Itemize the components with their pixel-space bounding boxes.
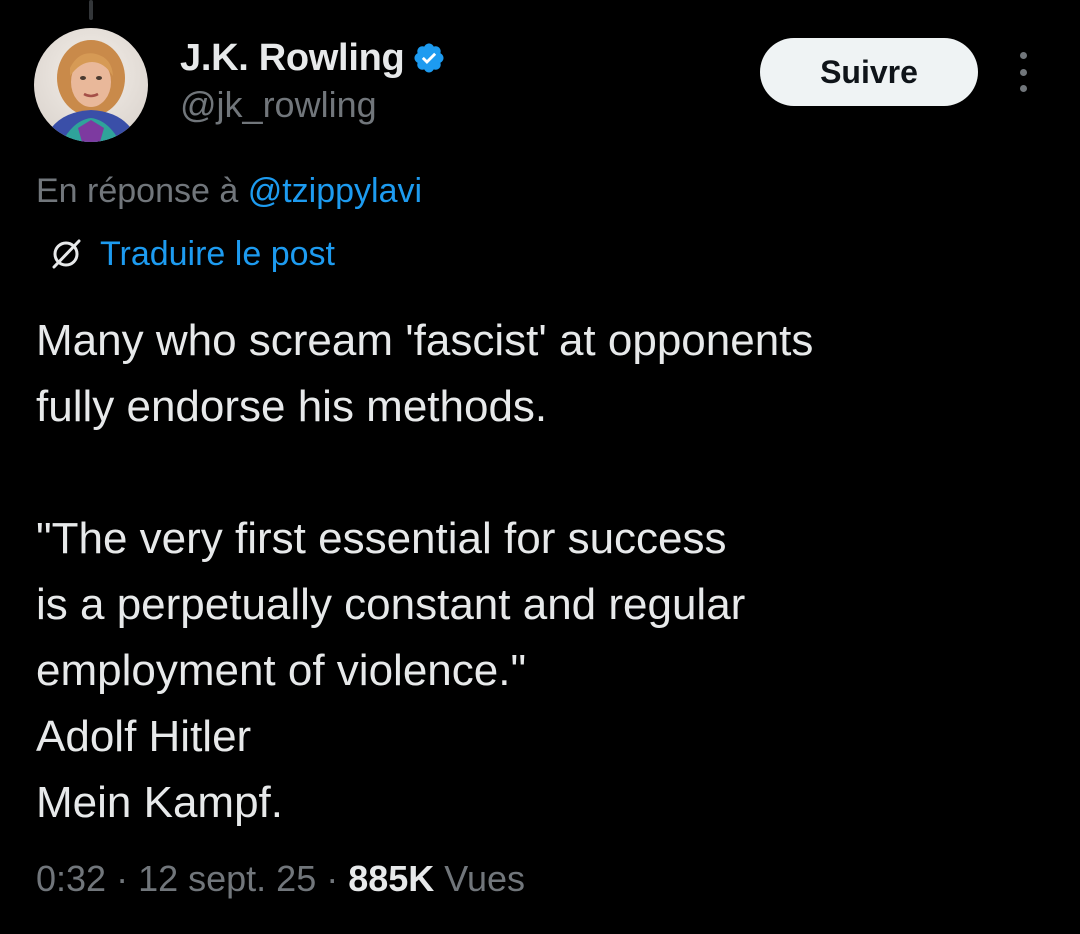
post-line: Many who scream 'fascist' at opponents xyxy=(36,316,814,365)
translate-post-link[interactable]: Traduire le post xyxy=(46,234,335,274)
post-line: Adolf Hitler xyxy=(36,712,252,761)
author-display-name[interactable]: J.K. Rowling xyxy=(180,37,405,80)
follow-button[interactable]: Suivre xyxy=(760,38,978,106)
views-label: Vues xyxy=(444,858,525,899)
post-time[interactable]: 0:32 xyxy=(36,858,106,900)
author-info: J.K. Rowling @jk_rowling xyxy=(180,34,446,126)
post-line: fully endorse his methods. xyxy=(36,382,548,431)
post-date[interactable]: 12 sept. 25 xyxy=(138,858,316,900)
post-meta: 0:32 · 12 sept. 25 · 885K Vues xyxy=(36,858,525,900)
post-line-blank xyxy=(36,440,1046,506)
more-dot xyxy=(1019,52,1027,59)
meta-separator: · xyxy=(116,858,129,899)
post-line: "The very first essential for success xyxy=(36,514,727,563)
avatar-image xyxy=(34,28,148,142)
post-line: employment of violence." xyxy=(36,646,527,695)
post-text: Many who scream 'fascist' at opponents f… xyxy=(36,308,1046,836)
author-avatar[interactable] xyxy=(34,28,148,142)
reply-prefix: En réponse à xyxy=(36,172,239,210)
post-line: is a perpetually constant and regular xyxy=(36,580,746,629)
verified-badge-icon xyxy=(412,41,446,75)
more-options-icon[interactable] xyxy=(1008,52,1038,92)
views-count[interactable]: 885K xyxy=(348,858,434,900)
reply-mention-link[interactable]: @tzippylavi xyxy=(248,172,422,210)
translate-label: Traduire le post xyxy=(100,234,335,273)
globe-slash-icon xyxy=(46,234,86,274)
meta-separator: · xyxy=(326,858,339,899)
reply-context: En réponse à @tzippylavi xyxy=(36,172,422,211)
thread-connector-line xyxy=(89,0,93,20)
author-handle[interactable]: @jk_rowling xyxy=(180,84,446,126)
more-dot xyxy=(1019,68,1027,76)
more-dot xyxy=(1019,85,1027,92)
name-row: J.K. Rowling xyxy=(180,34,446,82)
post-line: Mein Kampf. xyxy=(36,778,283,827)
